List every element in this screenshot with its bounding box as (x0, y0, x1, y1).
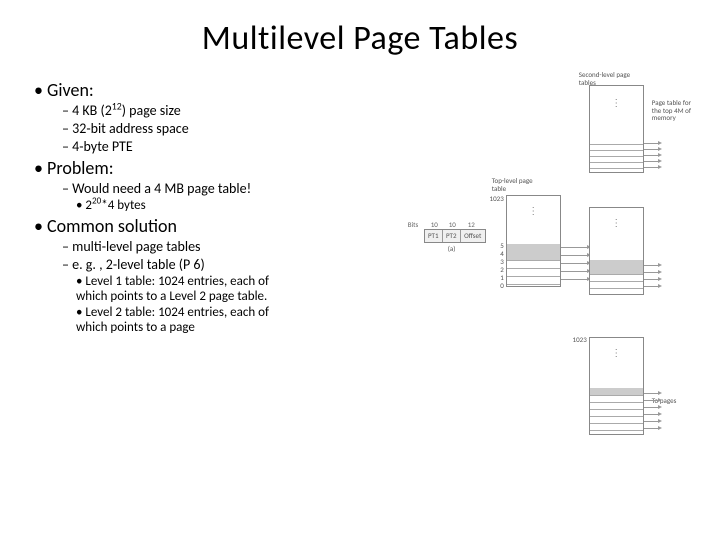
dots-icon: ⋮ (590, 216, 643, 229)
page-title: Multilevel Page Tables (24, 18, 696, 59)
bullet-solution-label: Common solution (47, 215, 177, 237)
label-a: (a) (448, 245, 456, 253)
given-item-1: 32-bit address space (62, 120, 414, 137)
idx-1023: 1023 (484, 194, 504, 203)
arrow-icon (644, 149, 658, 150)
arrow-icon (644, 414, 658, 415)
idx-bot-1023: 1023 (567, 335, 587, 344)
table-second-mid: ⋮ (589, 207, 644, 295)
arrow-icon (644, 167, 658, 168)
diagram-column: Second-level page tables Top-level page … (414, 77, 696, 337)
virtual-address-box: PT1PT2Offset (424, 229, 486, 243)
problem-sublist: Would need a 4 MB page table! (34, 180, 414, 197)
solution-item-1: e. g. , 2-level table (P 6) (62, 256, 414, 273)
bullet-given-label: Given: (47, 79, 94, 101)
va-pt1: PT1 (425, 230, 443, 242)
given-item-0: 4 KB (212) page size (62, 102, 414, 119)
arrow-icon (561, 263, 587, 264)
arrow-icon (644, 272, 658, 273)
arrow-icon (561, 255, 587, 256)
arrow-icon (644, 421, 658, 422)
arrow-icon (644, 407, 658, 408)
solution-sub-1: Level 2 table: 1024 entries, each of whi… (76, 305, 294, 335)
va-offset: Offset (461, 230, 485, 242)
given-sublist: 4 KB (212) page size 32-bit address spac… (34, 102, 414, 155)
table-second-bot: ⋮ (589, 337, 644, 435)
multilevel-diagram: Second-level page tables Top-level page … (414, 77, 696, 477)
dots-icon: ⋮ (590, 346, 643, 359)
text-column: Given: 4 KB (212) page size 32-bit addre… (24, 77, 414, 337)
table-top-level: ⋮ (506, 195, 561, 287)
label-page-top4m: Page table for the top 4M of memory (652, 99, 692, 122)
bullet-given: Given: 4 KB (212) page size 32-bit addre… (34, 79, 414, 155)
arrow-icon (644, 286, 658, 287)
problem-item-0: Would need a 4 MB page table! (62, 180, 414, 197)
arrow-icon (644, 279, 658, 280)
problem-sub-0: 220*4 bytes (76, 198, 414, 213)
arrow-icon (644, 143, 658, 144)
idx-0: 0 (494, 281, 504, 290)
solution-item-0: multi-level page tables (62, 238, 414, 255)
arrow-icon (644, 161, 658, 162)
problem-subsublist: 220*4 bytes (34, 198, 414, 213)
solution-sub-0: Level 1 table: 1024 entries, each of whi… (76, 274, 294, 304)
arrow-icon (561, 279, 587, 280)
dots-icon: ⋮ (507, 204, 560, 217)
bits-label: Bits (408, 220, 419, 229)
bullet-problem-label: Problem: (47, 157, 114, 179)
arrow-icon (644, 155, 658, 156)
arrow-icon (644, 428, 658, 429)
arrow-icon (644, 393, 658, 394)
bits-12: 12 (468, 220, 475, 229)
bits-10b: 10 (449, 220, 456, 229)
given-item-2: 4-byte PTE (62, 138, 414, 155)
solution-subsublist: Level 1 table: 1024 entries, each of whi… (34, 274, 294, 335)
label-top-level: Top-level page table (492, 177, 542, 192)
bullet-solution: Common solution multi-level page tables … (34, 215, 414, 335)
arrow-icon (644, 265, 658, 266)
table-second-top: ⋮ (589, 85, 644, 173)
solution-sublist: multi-level page tables e. g. , 2-level … (34, 238, 414, 273)
bullet-problem: Problem: Would need a 4 MB page table! 2… (34, 157, 414, 213)
arrow-icon (561, 271, 587, 272)
slide: Multilevel Page Tables Given: 4 KB (212)… (0, 0, 720, 540)
bullet-list-level1: Given: 4 KB (212) page size 32-bit addre… (24, 79, 414, 335)
bits-10a: 10 (431, 220, 438, 229)
arrow-icon (644, 400, 658, 401)
arrow-icon (561, 247, 587, 248)
va-pt2: PT2 (443, 230, 461, 242)
content-row: Given: 4 KB (212) page size 32-bit addre… (24, 77, 696, 337)
dots-icon: ⋮ (590, 96, 643, 109)
